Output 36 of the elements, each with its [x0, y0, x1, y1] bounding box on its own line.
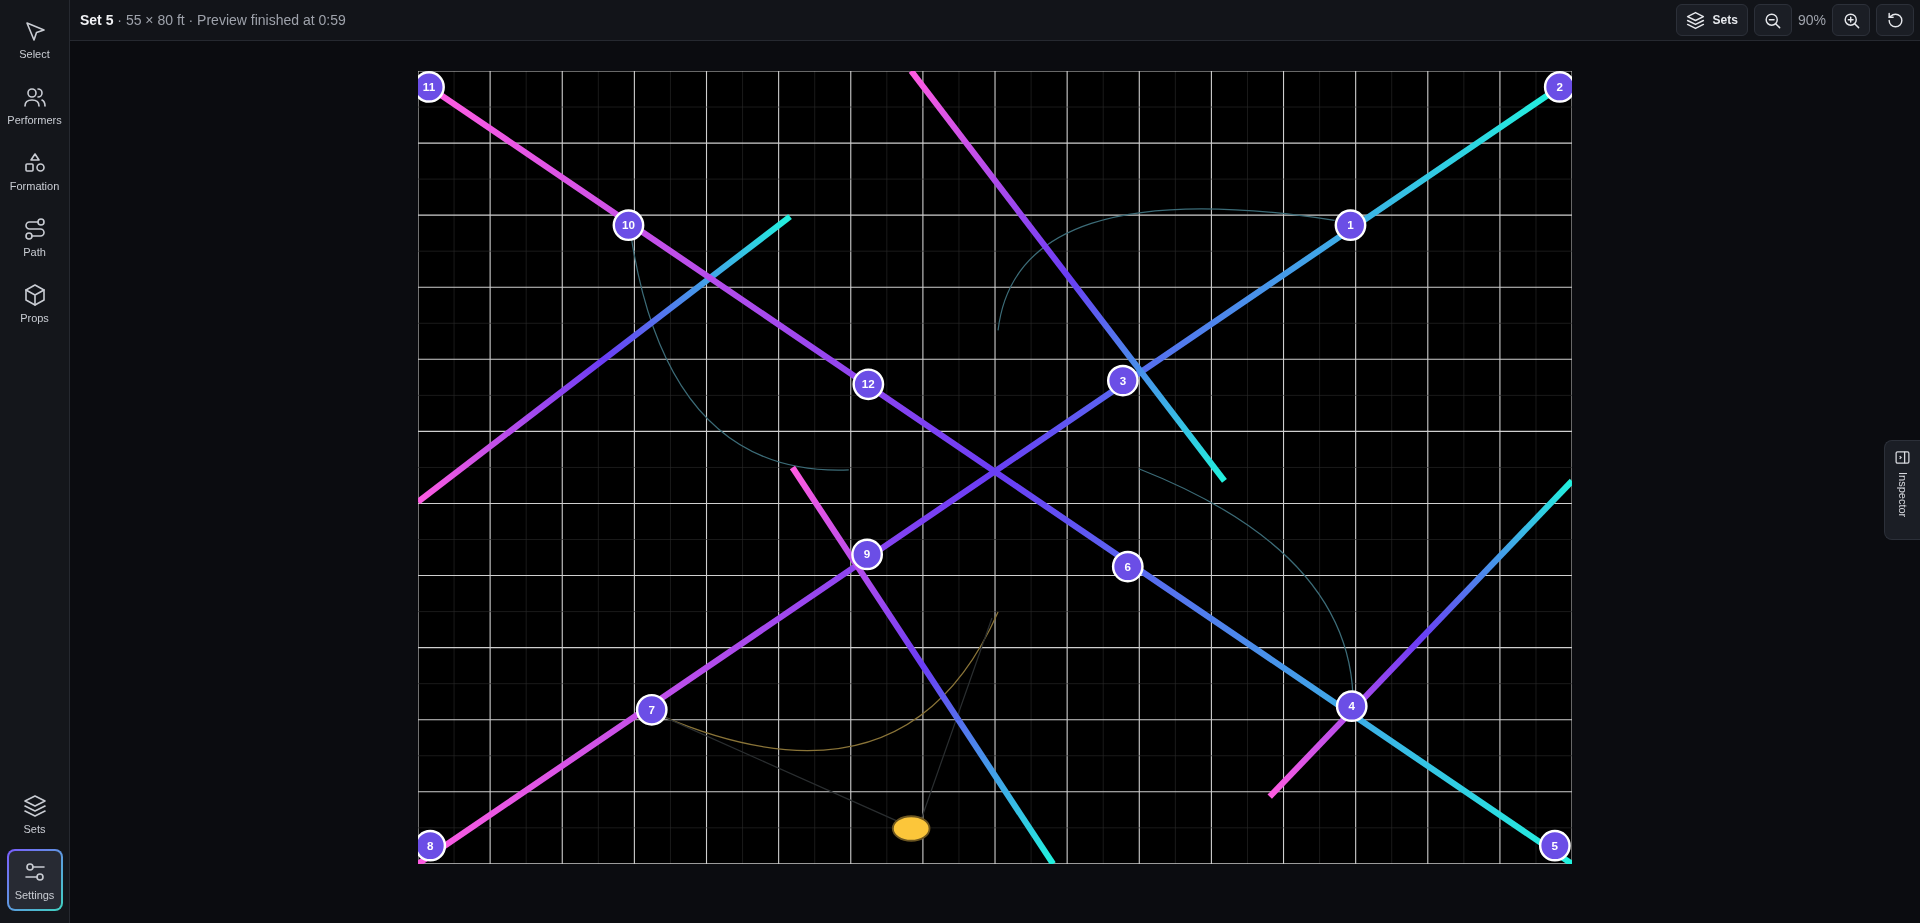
performer-marker[interactable]: 12	[852, 368, 885, 401]
route-icon	[22, 216, 47, 241]
panel-icon	[1894, 449, 1911, 466]
prop-marker[interactable]	[891, 815, 931, 842]
rotate-icon	[1885, 10, 1905, 30]
sets-button[interactable]: Sets	[1675, 4, 1748, 36]
tool-button[interactable]: Path	[6, 206, 63, 268]
shapes-icon	[22, 150, 47, 175]
zoom-out-icon	[1763, 10, 1783, 30]
performer-marker[interactable]: 4	[1335, 690, 1368, 723]
performer-marker[interactable]: 5	[1538, 829, 1571, 862]
performer-marker[interactable]: 3	[1106, 364, 1139, 397]
tool-button[interactable]: Props	[6, 272, 63, 334]
zoom-out-button[interactable]	[1753, 4, 1792, 36]
layers-icon	[22, 793, 47, 818]
performer-marker[interactable]: 10	[612, 209, 645, 242]
performer-marker[interactable]: 9	[851, 538, 884, 571]
performer-marker[interactable]: 6	[1111, 550, 1144, 583]
zoom-in-icon	[1841, 10, 1861, 30]
tool-button[interactable]: Formation	[6, 140, 63, 202]
zoom-in-button[interactable]	[1832, 4, 1870, 36]
cube-icon	[22, 282, 47, 307]
performer-marker[interactable]: 7	[635, 693, 668, 726]
tool-button[interactable]: Settings	[6, 849, 63, 911]
tool-button[interactable]: Sets	[6, 783, 63, 845]
set-title: Set 5 · 55 × 80 ft · Preview finished at 0:59	[80, 12, 346, 28]
inspector-tab[interactable]: Inspector	[1884, 440, 1920, 540]
zoom-level: 90%	[1797, 12, 1826, 28]
tool-button[interactable]: Select	[6, 8, 63, 70]
performer-marker[interactable]: 11	[418, 71, 445, 103]
performer-marker[interactable]: 8	[418, 829, 447, 862]
performer-marker[interactable]: 1	[1334, 209, 1367, 242]
tool-button[interactable]: Performers	[6, 74, 63, 136]
reset-view-button[interactable]	[1876, 4, 1914, 36]
performer-marker[interactable]: 2	[1543, 71, 1572, 103]
layers-icon	[1685, 10, 1705, 30]
